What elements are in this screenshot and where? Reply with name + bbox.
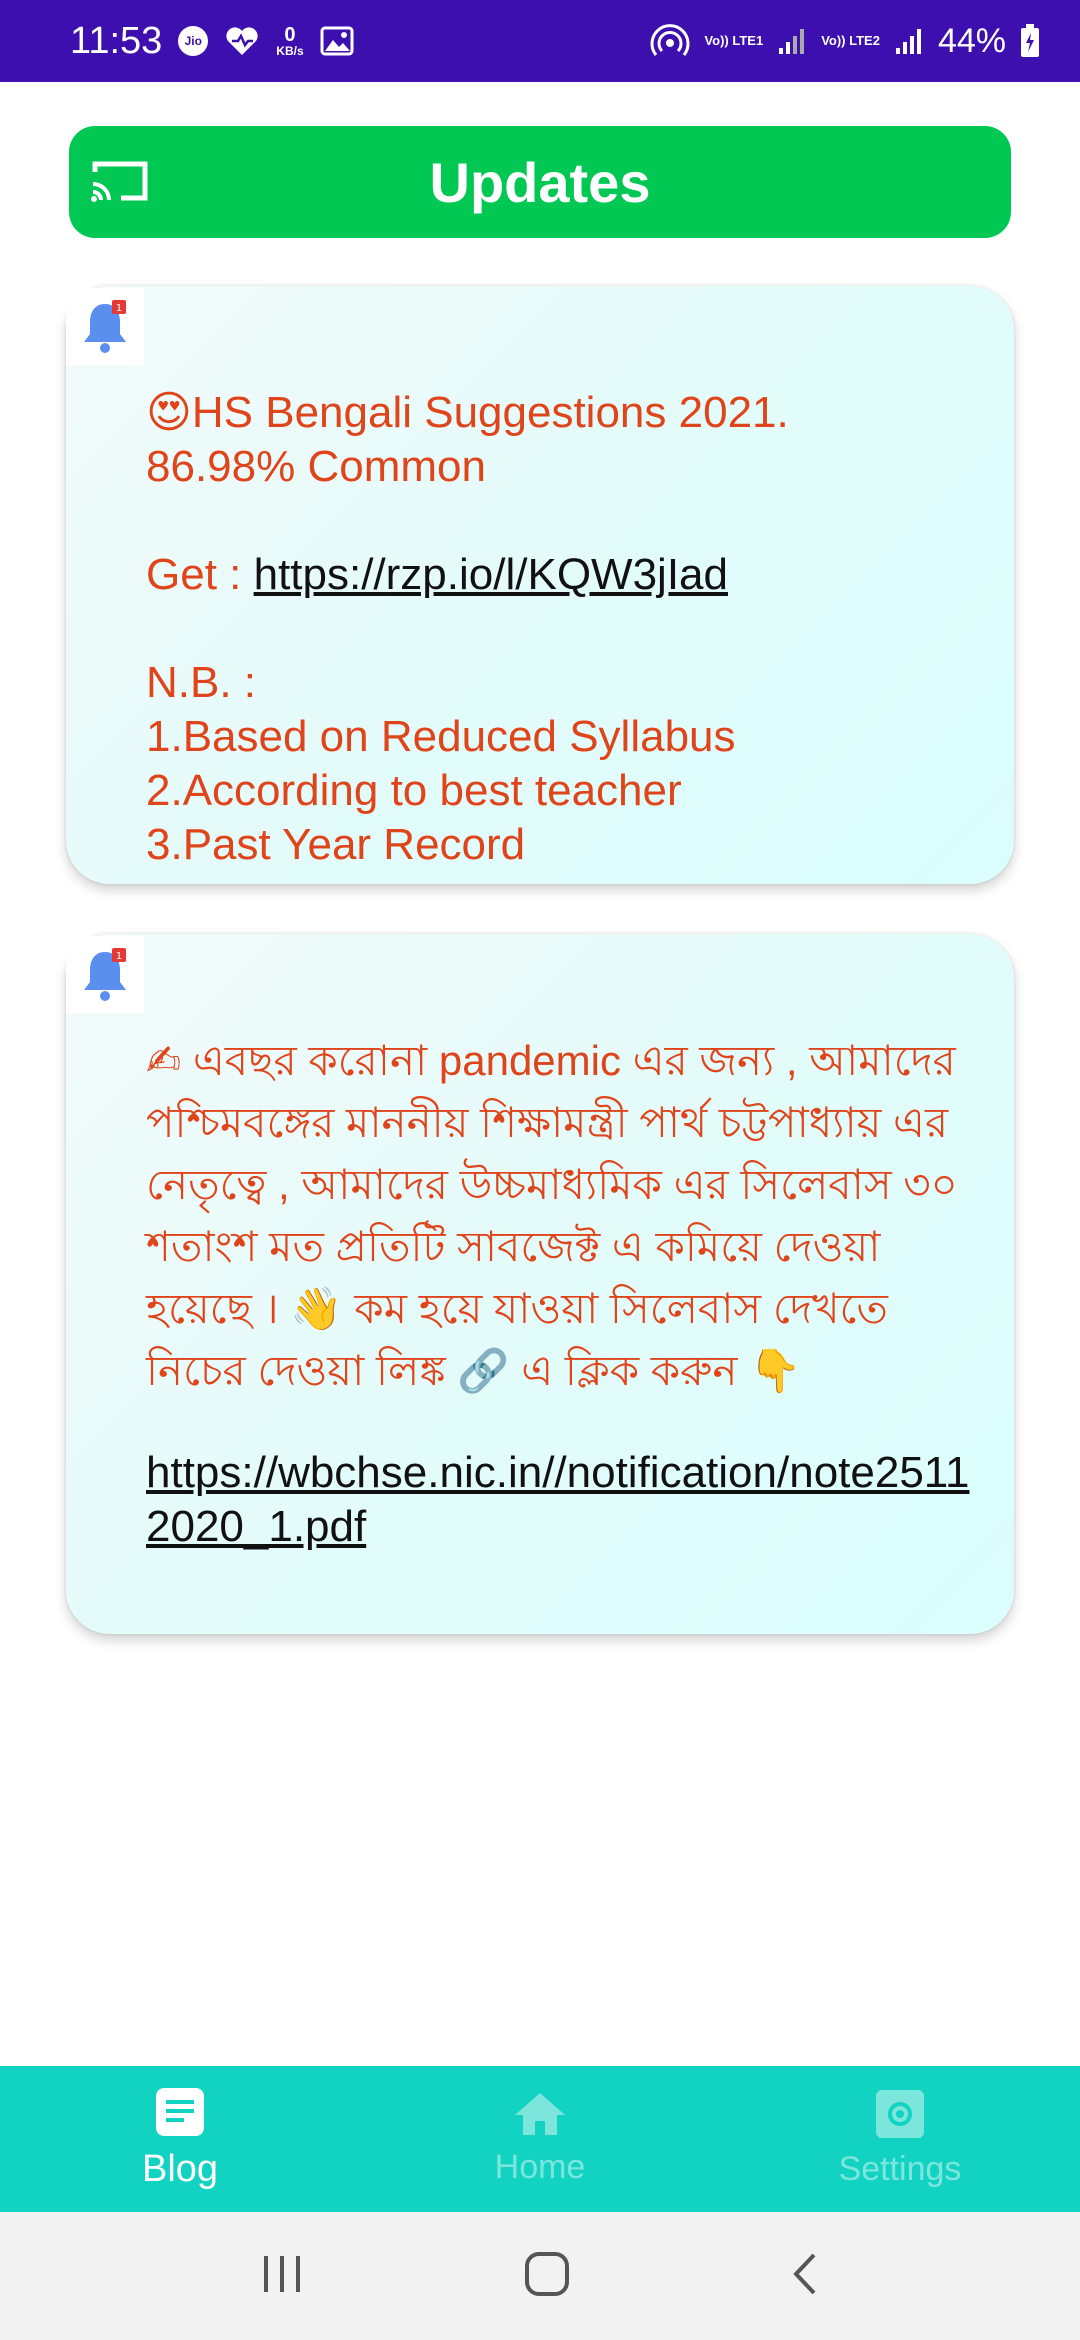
system-navigation-bar (0, 2212, 1080, 2340)
post-card[interactable]: 1 ✍ এবছর করোনা pandemic এর জন্য , আমাদের… (66, 934, 1014, 1634)
nb-point-2: 2.According to best teacher (146, 766, 682, 815)
status-time: 11:53 (70, 19, 163, 62)
notification-pdf-link[interactable]: https://wbchse.nic.in//notification/note… (146, 1448, 969, 1551)
battery-icon (1020, 24, 1040, 58)
post-title-line: HS Bengali Suggestions 2021. (191, 388, 789, 437)
post-content: 😍HS Bengali Suggestions 2021. 86.98% Com… (146, 386, 990, 872)
lte2-label: Vo)) LTE2 (821, 33, 880, 49)
updates-header: Updates (69, 126, 1011, 238)
nav-label-home: Home (494, 2148, 586, 2186)
post-bengali-text: ✍ এবছর করোনা pandemic এর জন্য , আমাদের প… (146, 1037, 958, 1394)
home-button-icon[interactable] (524, 2251, 570, 2302)
settings-icon (875, 2089, 925, 2144)
page-title: Updates (429, 150, 651, 214)
nav-item-blog[interactable]: Blog (0, 2066, 360, 2212)
post-card[interactable]: 1 😍HS Bengali Suggestions 2021. 86.98% C… (66, 286, 1014, 884)
get-link-line: Get : https://rzp.io/l/KQW3jIad (146, 548, 990, 602)
nav-item-settings[interactable]: Settings (720, 2066, 1080, 2212)
post-headline: 😍HS Bengali Suggestions 2021. (146, 386, 990, 440)
health-heart-icon (224, 25, 260, 57)
signal-2-icon (894, 26, 924, 56)
lte1-label: Vo)) LTE1 (704, 33, 764, 49)
network-speed: 0 KB/s (276, 24, 304, 58)
back-icon[interactable] (790, 2251, 820, 2302)
nb-label: N.B. : (146, 658, 257, 707)
bottom-navigation: Blog Home Settings (0, 2066, 1080, 2212)
hotspot-icon (650, 23, 690, 59)
status-bar: 11:53 Jio 0 KB/s Vo)) LTE1 Vo)) LTE2 44% (0, 0, 1080, 82)
nav-label-settings: Settings (838, 2150, 962, 2188)
nb-point-1: 1.Based on Reduced Syllabus (146, 712, 736, 761)
notification-link-line: https://wbchse.nic.in//notification/note… (146, 1446, 990, 1554)
notification-bell-icon: 1 (66, 288, 144, 366)
post-content: ✍ এবছর করোনা pandemic এর জন্য , আমাদের প… (146, 1030, 990, 1554)
nb-point-3: 3.Past Year Record (146, 820, 526, 869)
home-icon (513, 2091, 567, 2142)
recent-apps-icon[interactable] (260, 2254, 304, 2299)
battery-percent: 44% (937, 21, 1006, 60)
post-subtitle-line: 86.98% Common (146, 442, 486, 491)
heart-eyes-emoji: 😍 (146, 388, 192, 437)
svg-text:1: 1 (116, 951, 122, 962)
signal-1-icon (777, 26, 807, 56)
blog-icon (155, 2087, 205, 2142)
jio-icon: Jio (178, 26, 209, 56)
nav-label-blog: Blog (141, 2148, 219, 2190)
svg-text:1: 1 (116, 303, 122, 314)
payment-link[interactable]: https://rzp.io/l/KQW3jIad (254, 550, 728, 599)
get-label: Get : (146, 550, 254, 599)
notification-bell-icon: 1 (66, 936, 144, 1014)
nav-item-home[interactable]: Home (360, 2066, 720, 2212)
gallery-icon (320, 26, 354, 56)
cast-icon[interactable] (89, 158, 149, 209)
